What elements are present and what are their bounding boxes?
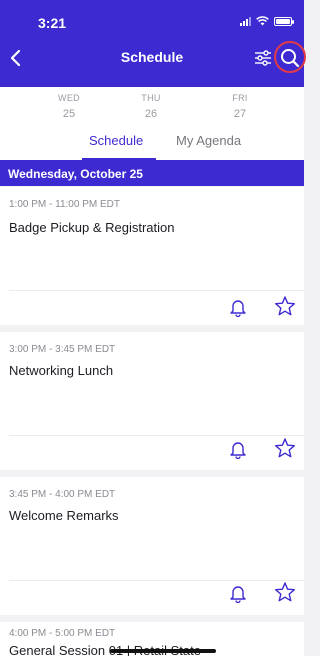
session-title: Networking Lunch (9, 363, 114, 378)
date-header: Wednesday, October 25 (0, 160, 304, 186)
card-divider (9, 435, 304, 436)
day-label: FRI (232, 93, 248, 103)
star-icon[interactable] (274, 581, 296, 603)
bell-icon[interactable] (228, 583, 248, 603)
day-fri[interactable]: FRI 27 (210, 93, 270, 120)
day-thu[interactable]: THU 26 (121, 93, 181, 120)
day-number: 25 (62, 108, 76, 120)
battery-icon (274, 16, 294, 26)
day-label: WED (58, 93, 80, 103)
app-header: 3:21 Schedule (0, 0, 306, 87)
session-card[interactable]: 1:00 PM - 11:00 PM EDT Badge Pickup & Re… (0, 187, 304, 325)
tab-bar: Schedule My Agenda (0, 125, 304, 160)
status-icons (240, 16, 294, 26)
star-icon[interactable] (274, 437, 296, 459)
session-title: Welcome Remarks (9, 508, 119, 523)
card-divider (9, 580, 304, 581)
day-number: 26 (144, 108, 158, 120)
day-number: 27 (233, 108, 247, 120)
session-time: 4:00 PM - 5:00 PM EDT (9, 628, 116, 639)
session-card[interactable]: 3:45 PM - 4:00 PM EDT Welcome Remarks (0, 477, 304, 615)
status-time: 3:21 (38, 15, 67, 31)
card-divider (9, 290, 304, 291)
star-icon[interactable] (274, 295, 296, 317)
session-time: 3:45 PM - 4:00 PM EDT (9, 489, 116, 500)
signal-icon (240, 16, 251, 26)
session-time: 1:00 PM - 11:00 PM EDT (9, 199, 120, 210)
bell-icon[interactable] (228, 439, 248, 459)
session-title: Badge Pickup & Registration (9, 220, 175, 235)
tab-my-agenda[interactable]: My Agenda (176, 133, 241, 148)
day-wed[interactable]: WED 25 (39, 93, 99, 120)
home-indicator (110, 649, 216, 653)
search-icon[interactable] (277, 45, 303, 71)
day-selector: WED 25 THU 26 FRI 27 (0, 87, 304, 125)
day-label: THU (141, 93, 161, 103)
session-time: 3:00 PM - 3:45 PM EDT (9, 344, 116, 355)
filter-icon[interactable] (252, 47, 274, 69)
wifi-icon (256, 16, 269, 26)
bell-icon[interactable] (228, 297, 248, 317)
tab-schedule[interactable]: Schedule (89, 133, 143, 148)
session-card[interactable]: 3:00 PM - 3:45 PM EDT Networking Lunch (0, 332, 304, 470)
